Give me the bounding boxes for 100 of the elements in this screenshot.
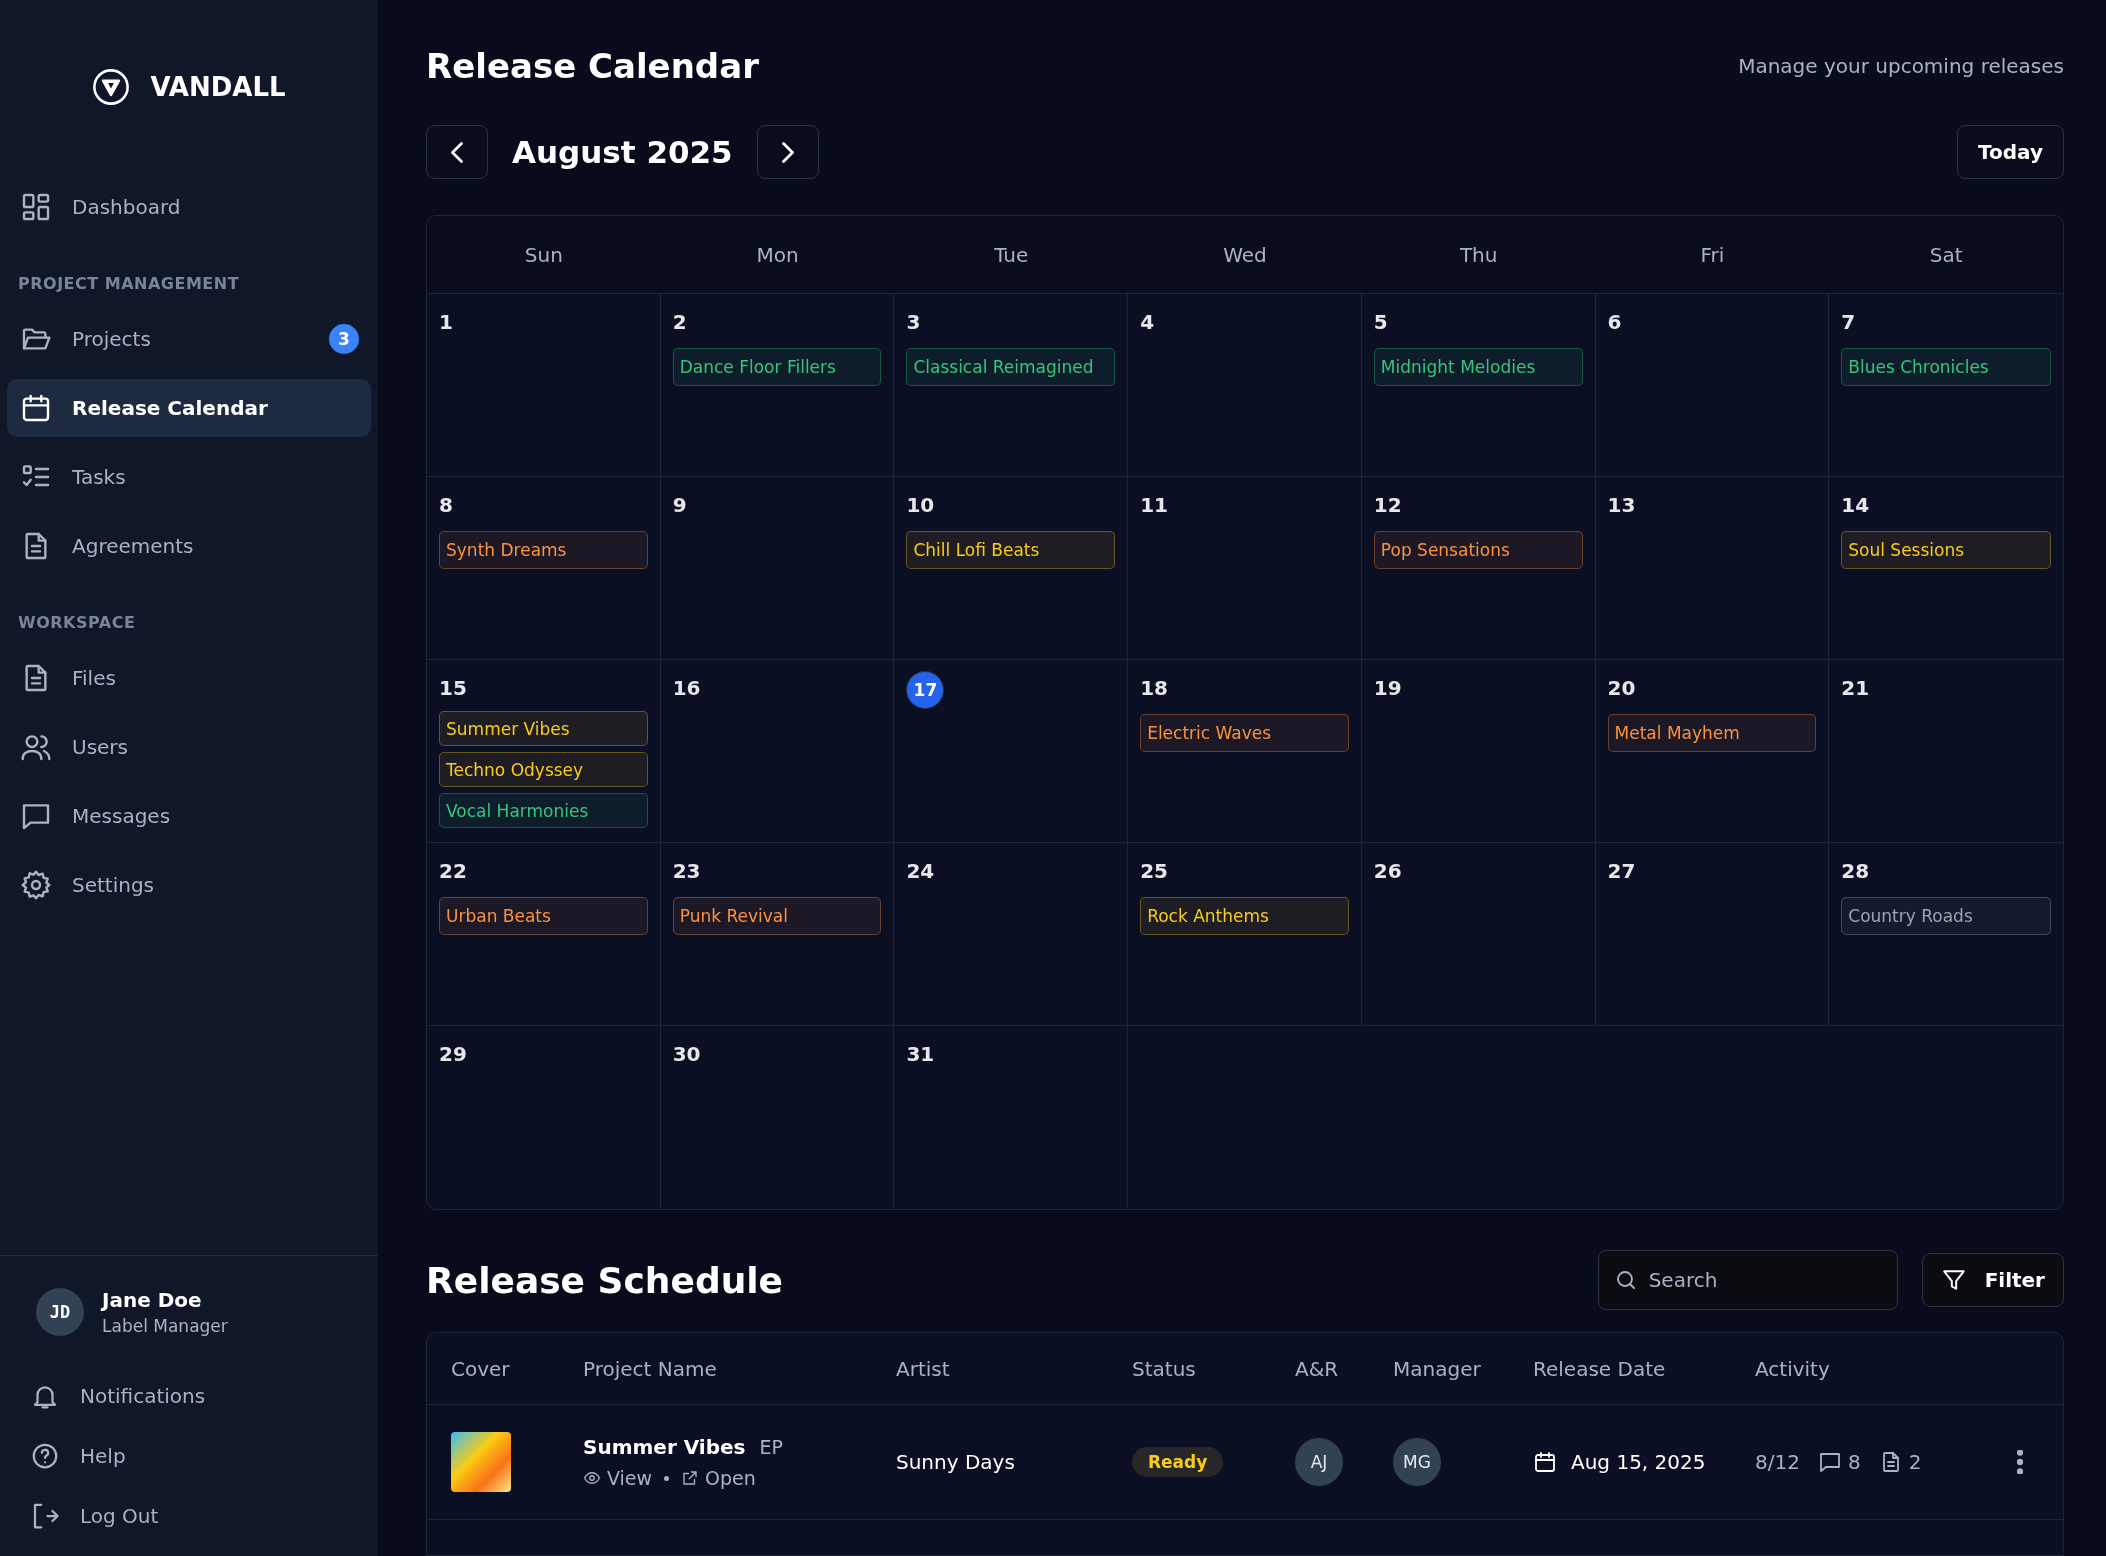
release-event[interactable]: Techno Odyssey bbox=[439, 752, 648, 788]
file-count: 2 bbox=[1908, 1450, 1922, 1474]
release-event[interactable]: Classical Reimagined bbox=[906, 348, 1116, 386]
avatar: AJ bbox=[1295, 1438, 1343, 1486]
avatar: JD bbox=[36, 1288, 84, 1336]
nav-item[interactable]: Dashboard bbox=[7, 178, 371, 236]
release-event[interactable]: Soul Sessions bbox=[1841, 531, 2051, 569]
weekday-label: Wed bbox=[1223, 242, 1267, 267]
day-number: 20 bbox=[1607, 675, 1636, 702]
release-event[interactable]: Punk Revival bbox=[672, 897, 882, 935]
project-type: EP bbox=[759, 1436, 783, 1458]
help-icon bbox=[30, 1441, 60, 1471]
day-number: 29 bbox=[439, 1041, 467, 1068]
release-event[interactable]: Summer Vibes bbox=[439, 711, 648, 747]
previous-month-button[interactable] bbox=[426, 125, 488, 179]
footer-link[interactable]: Help bbox=[30, 1426, 348, 1486]
column-header: A&R bbox=[1295, 1356, 1339, 1381]
column-header: Activity bbox=[1755, 1356, 1830, 1381]
user-role: Label Manager bbox=[102, 1316, 228, 1336]
day-number: 18 bbox=[1140, 675, 1168, 702]
today-button[interactable]: Today bbox=[1957, 125, 2064, 179]
day-number: 16 bbox=[672, 675, 701, 702]
day-number: 5 bbox=[1373, 309, 1388, 336]
section-heading: WORKSPACE bbox=[17, 612, 137, 634]
nav-item[interactable]: Tasks bbox=[7, 448, 371, 506]
column-header: Project Name bbox=[583, 1356, 717, 1381]
logo-icon bbox=[92, 68, 131, 106]
day-number: 25 bbox=[1140, 858, 1168, 885]
avatar: MG bbox=[1393, 1438, 1441, 1486]
nav-item[interactable]: Projects 3 bbox=[7, 310, 371, 368]
month-label: August 2025 bbox=[512, 134, 733, 170]
weekday-label: Tue bbox=[994, 242, 1029, 267]
nav-item[interactable]: Release Calendar bbox=[7, 379, 371, 437]
weekday-label: Sat bbox=[1929, 242, 1963, 267]
nav-item[interactable]: Files bbox=[7, 649, 371, 707]
day-number: 27 bbox=[1607, 858, 1636, 885]
cover-art bbox=[451, 1432, 511, 1492]
release-date: Aug 15, 2025 bbox=[1571, 1450, 1706, 1474]
calendar-icon bbox=[1533, 1450, 1557, 1474]
column-header: Status bbox=[1132, 1356, 1196, 1381]
more-icon bbox=[2017, 1450, 2023, 1474]
nav-item[interactable]: Users bbox=[7, 718, 371, 776]
external-link-icon bbox=[681, 1469, 700, 1487]
day-number: 11 bbox=[1140, 492, 1168, 519]
weekday-label: Sun bbox=[524, 242, 563, 267]
release-event[interactable]: Country Roads bbox=[1841, 897, 2051, 935]
view-link[interactable]: View bbox=[583, 1467, 653, 1489]
nav-item[interactable]: Messages bbox=[7, 787, 371, 845]
release-event[interactable]: Dance Floor Fillers bbox=[672, 348, 882, 386]
day-number: 6 bbox=[1607, 309, 1622, 336]
day-number: 3 bbox=[906, 309, 921, 336]
artist-name: Sunny Days bbox=[896, 1450, 1015, 1474]
day-number: 24 bbox=[906, 858, 935, 885]
page-subtitle: Manage your upcoming releases bbox=[1738, 54, 2064, 78]
filter-button[interactable]: Filter bbox=[1921, 1253, 2064, 1307]
comment-icon bbox=[1817, 1450, 1842, 1474]
release-event[interactable]: Midnight Melodies bbox=[1373, 348, 1583, 386]
day-number: 8 bbox=[439, 492, 453, 519]
release-event[interactable]: Electric Waves bbox=[1140, 714, 1349, 752]
day-number: 2 bbox=[672, 309, 687, 336]
day-number: 31 bbox=[906, 1041, 935, 1068]
release-event[interactable]: Chill Lofi Beats bbox=[906, 531, 1116, 569]
project-name: Summer Vibes bbox=[583, 1435, 746, 1459]
day-number: 4 bbox=[1140, 309, 1155, 336]
today-marker: 17 bbox=[906, 671, 945, 709]
more-button[interactable] bbox=[2017, 1450, 2023, 1474]
task-count: 8/12 bbox=[1755, 1450, 1800, 1474]
settings-icon bbox=[20, 869, 52, 901]
day-number: 10 bbox=[906, 492, 935, 519]
brand-name: VANDALL bbox=[150, 72, 286, 102]
weekday-label: Fri bbox=[1700, 242, 1725, 267]
nav-item[interactable]: Agreements bbox=[7, 517, 371, 575]
open-link[interactable]: Open bbox=[681, 1467, 756, 1489]
column-header: Release Date bbox=[1533, 1356, 1666, 1381]
chevron-right-icon bbox=[781, 141, 794, 163]
column-header: Artist bbox=[896, 1356, 950, 1381]
funnel-icon bbox=[1940, 1267, 1967, 1293]
status-badge: Ready bbox=[1132, 1447, 1224, 1477]
day-number: 12 bbox=[1373, 492, 1402, 519]
day-number: 21 bbox=[1841, 675, 1870, 702]
section-title: Release Schedule bbox=[426, 1259, 784, 1301]
release-event[interactable]: Urban Beats bbox=[439, 897, 648, 935]
dashboard-icon bbox=[20, 191, 52, 223]
release-event[interactable]: Vocal Harmonies bbox=[439, 793, 648, 828]
release-event[interactable]: Metal Mayhem bbox=[1607, 714, 1817, 752]
release-event[interactable]: Rock Anthems bbox=[1140, 897, 1349, 935]
page-title: Release Calendar bbox=[426, 46, 759, 86]
weekday-label: Thu bbox=[1459, 242, 1498, 267]
footer-link[interactable]: Log Out bbox=[30, 1486, 348, 1546]
release-event[interactable]: Blues Chronicles bbox=[1841, 348, 2051, 386]
search-field[interactable]: Search bbox=[1597, 1250, 1898, 1310]
separator-dot bbox=[664, 1475, 670, 1481]
release-event[interactable]: Pop Sensations bbox=[1373, 531, 1583, 569]
footer-link[interactable]: Notifications bbox=[30, 1366, 348, 1426]
day-number: 7 bbox=[1841, 309, 1856, 336]
day-number: 15 bbox=[439, 675, 467, 702]
day-number: 30 bbox=[672, 1041, 701, 1068]
release-event[interactable]: Synth Dreams bbox=[439, 531, 648, 569]
next-month-button[interactable] bbox=[756, 125, 819, 179]
nav-item[interactable]: Settings bbox=[7, 856, 371, 914]
